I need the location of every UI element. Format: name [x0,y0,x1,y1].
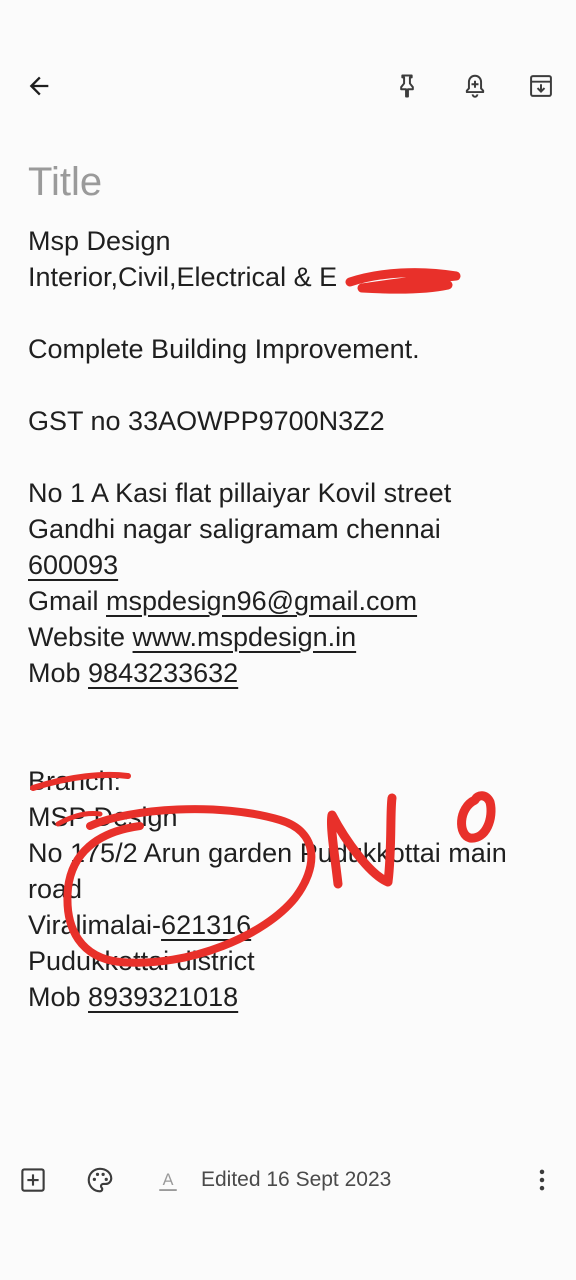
phone-link[interactable]: 9843233632 [88,658,238,688]
note-blank-line [28,439,558,475]
note-line: Msp Design [28,226,171,256]
mob-label: Mob [28,658,89,688]
note-blank-line [28,727,558,763]
note-line: No 175/2 Arun garden Pudukkottai main [28,838,507,868]
note-line: Mob 8939321018 [28,979,558,1015]
website-link[interactable]: www.mspdesign.in [133,622,357,652]
gmail-label: Gmail [28,586,107,616]
note-blank-line [28,295,558,331]
bell-add-icon [465,74,485,98]
format-glyph: A [163,1171,174,1189]
text-format-button[interactable]: A [146,1158,190,1202]
note-line: Pudukkottai district [28,946,255,976]
background-options-button[interactable] [78,1158,122,1202]
phone-link[interactable]: 8939321018 [88,982,238,1012]
pincode-link[interactable]: 600093 [28,550,118,580]
add-content-button[interactable] [11,1158,55,1202]
note-blank-line [28,691,558,727]
note-line: Viralimalai-621316 [28,907,558,943]
add-box-icon [21,1168,45,1192]
note-blank-line [28,367,558,403]
note-body[interactable]: Msp Design Interior,Civil,Electrical & E… [28,223,558,1015]
note-line: Website www.mspdesign.in [28,619,558,655]
website-label: Website [28,622,133,652]
note-line: No 1 A Kasi flat pillaiyar Kovil street [28,478,452,508]
pin-button[interactable] [385,64,429,108]
edited-timestamp: Edited 16 Sept 2023 [201,1168,392,1191]
more-options-button[interactable] [520,1158,564,1202]
note-title-input[interactable] [28,158,548,206]
note-line: MSP Design [28,802,178,832]
note-line: GST no 33AOWPP9700N3Z2 [28,406,385,436]
note-line: Interior,Civil,Electrical & E [28,262,338,292]
note-line: Mob 9843233632 [28,655,558,691]
note-line: Branch: [28,766,122,796]
archive-icon [530,75,552,97]
note-line: Gmail mspdesign96@gmail.com [28,583,558,619]
note-line: road [28,874,83,904]
text-format-icon: A [159,1171,177,1191]
arrow-back-icon [29,76,49,96]
note-line: 600093 [28,547,558,583]
palette-icon [87,1167,113,1193]
reminder-button[interactable] [453,64,497,108]
pin-icon [400,74,414,98]
note-line: Gandhi nagar saligramam chennai [28,514,441,544]
mob-label: Mob [28,982,89,1012]
more-vert-icon [539,1169,545,1191]
back-button[interactable] [17,64,61,108]
bottom-toolbar: A Edited 16 Sept 2023 [0,1152,576,1208]
archive-button[interactable] [519,64,563,108]
top-toolbar [0,56,576,116]
note-line: Complete Building Improvement. [28,334,420,364]
pincode-link[interactable]: 621316 [161,910,251,940]
email-link[interactable]: mspdesign96@gmail.com [106,586,417,616]
viralimalai-label: Viralimalai- [28,910,162,940]
